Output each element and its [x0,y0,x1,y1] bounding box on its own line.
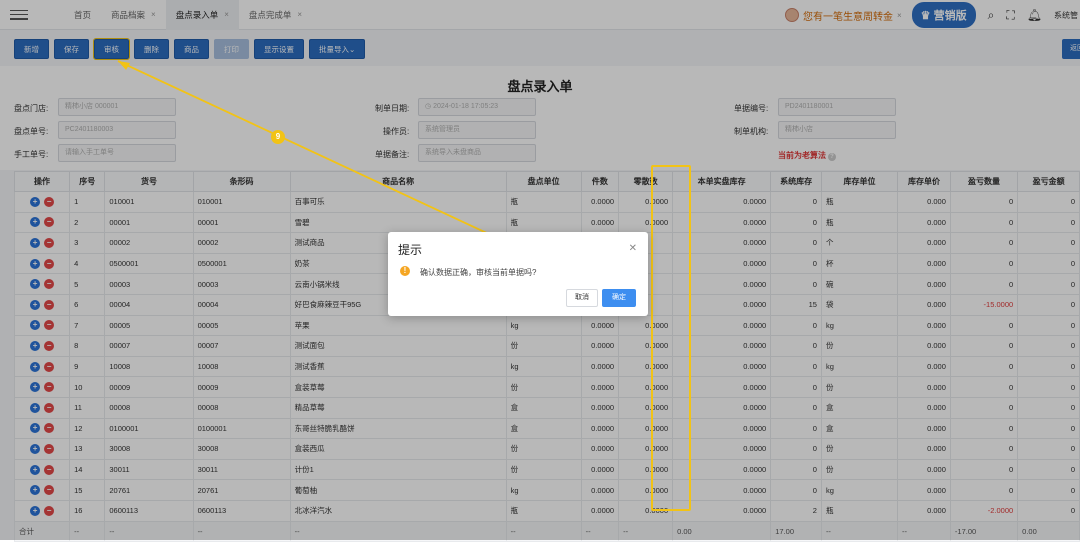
confirm-dialog: 提示 ✕ ! 确认数据正确，审核当前单据吗? 取消 确定 [388,232,648,316]
cancel-button[interactable]: 取消 [566,289,598,307]
dialog-message: 确认数据正确，审核当前单据吗? [420,268,537,277]
close-icon[interactable]: ✕ [629,243,637,254]
dialog-title: 提示 [398,243,423,257]
step-badge: 9 [271,130,285,144]
highlight-column-box [651,165,691,511]
confirm-button[interactable]: 确定 [602,289,636,307]
warning-icon: ! [400,266,410,276]
